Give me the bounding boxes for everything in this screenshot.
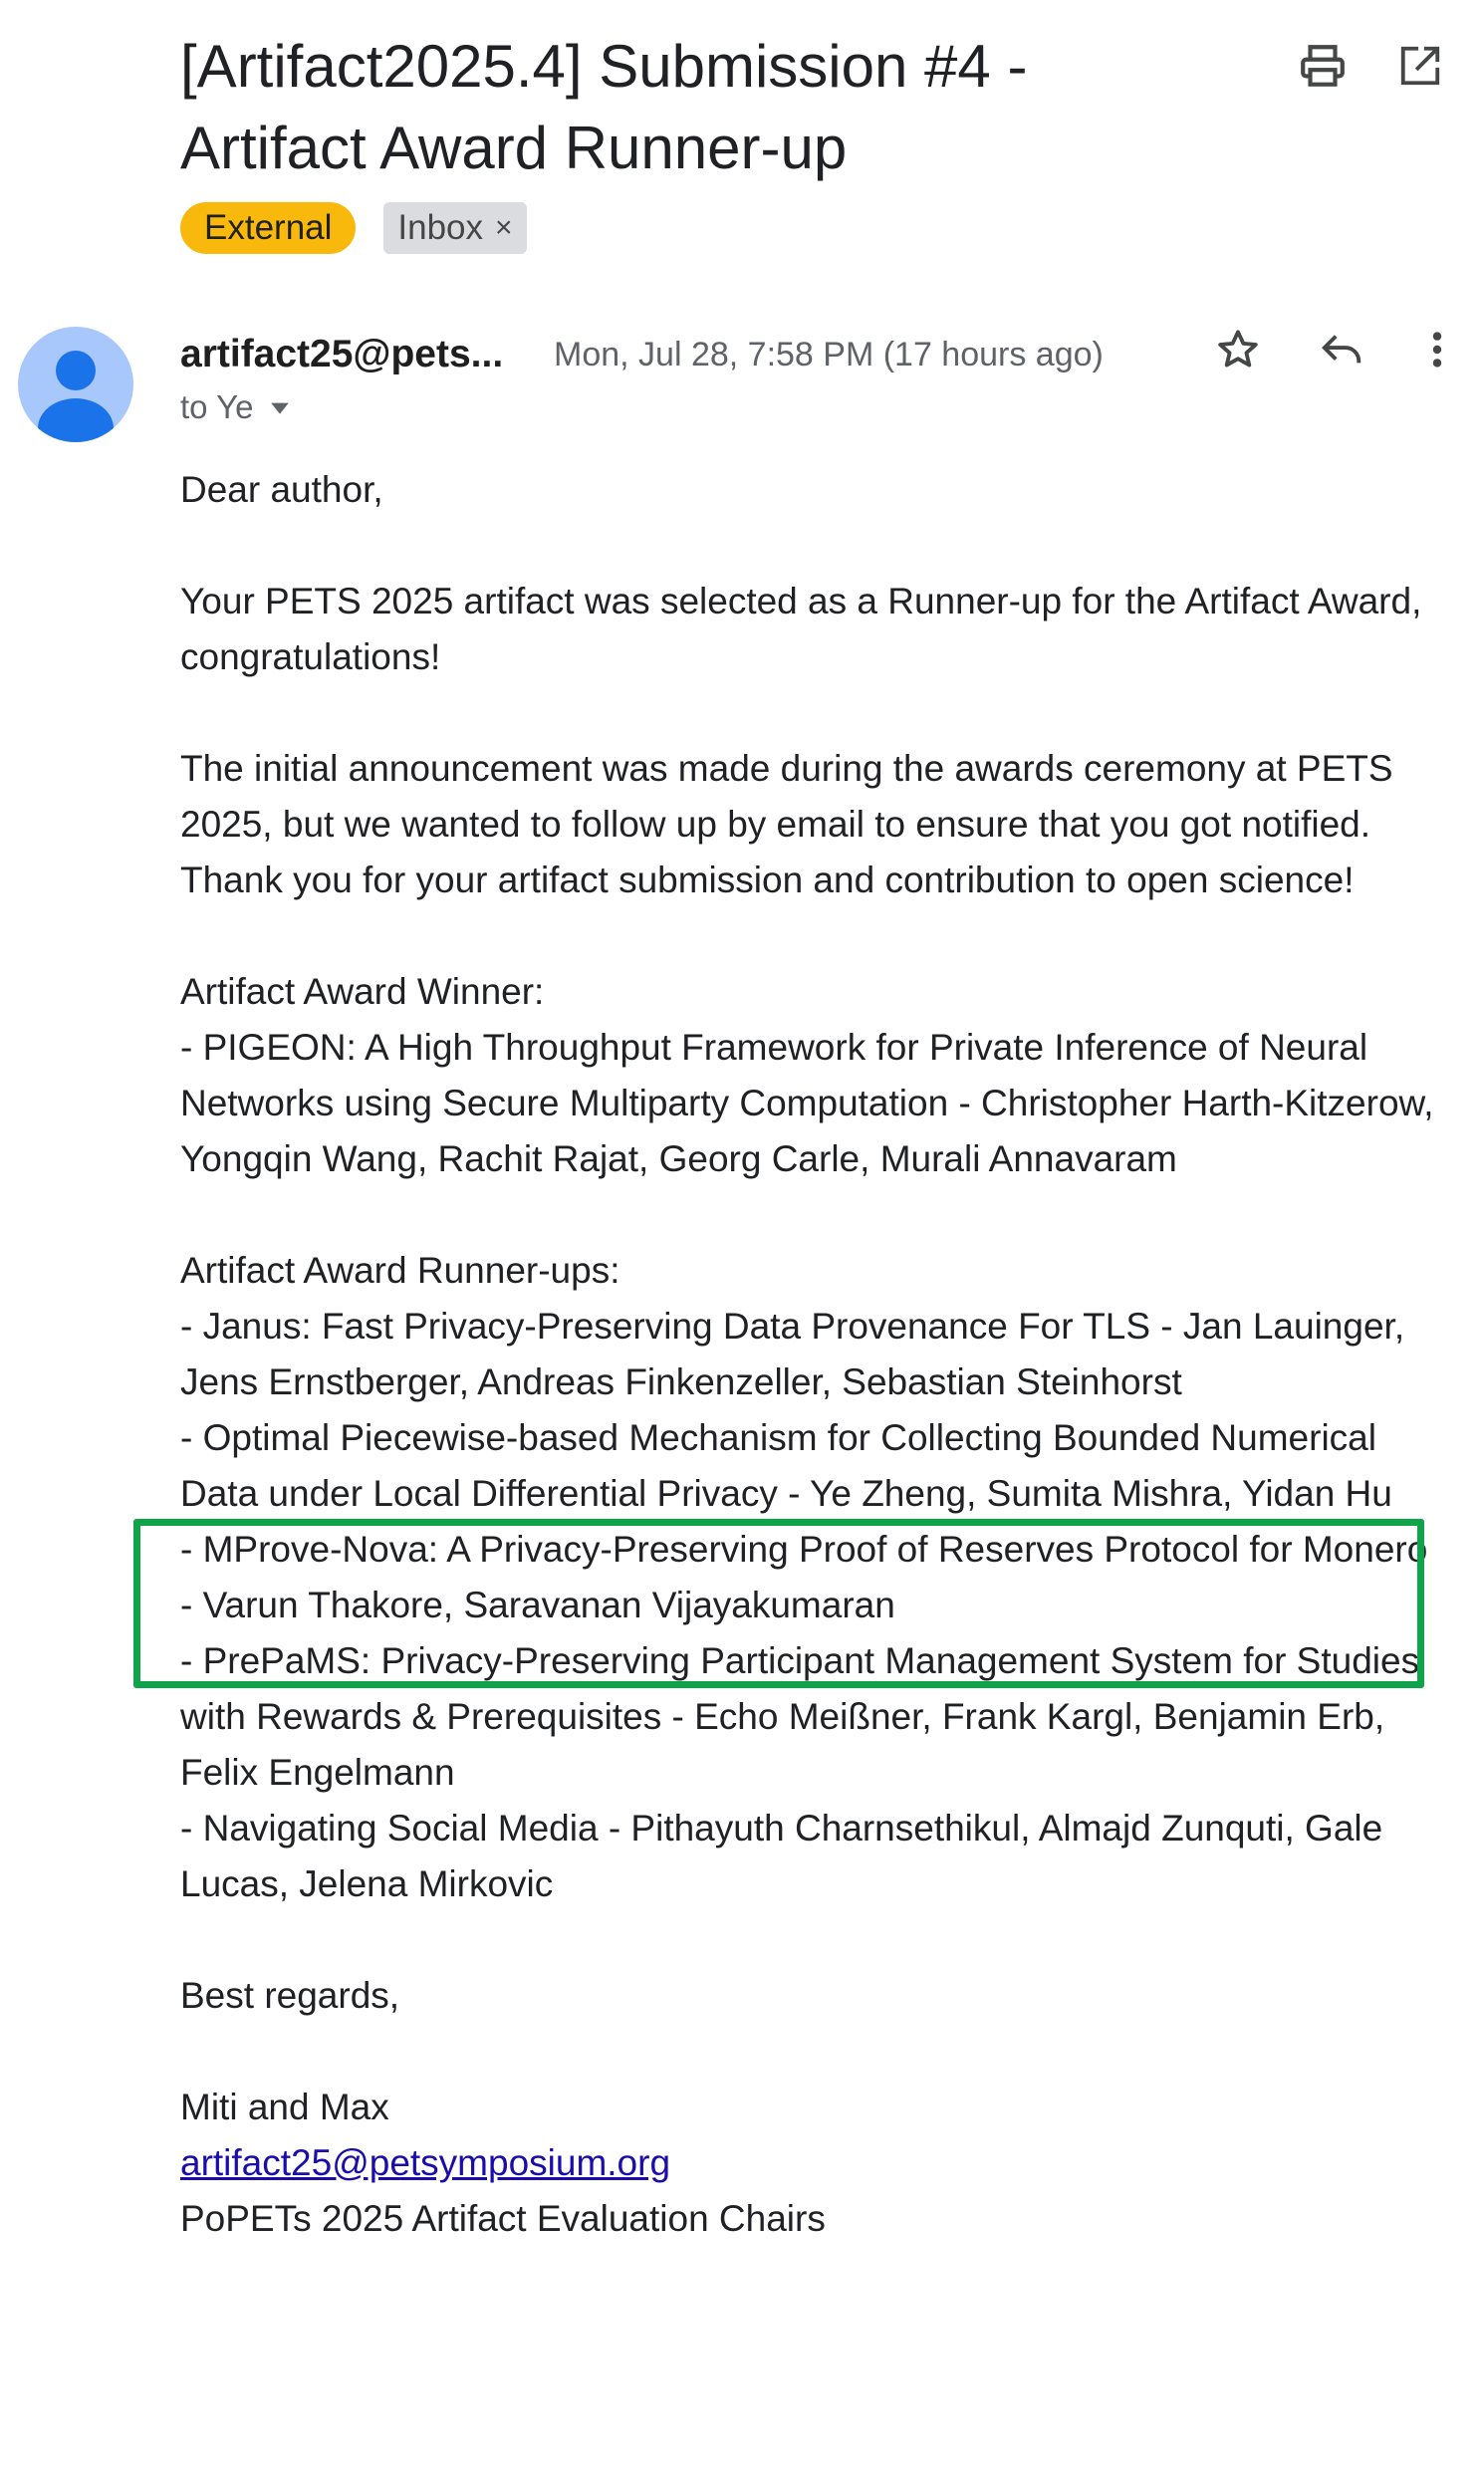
- winner-entry: - PIGEON: A High Throughput Framework fo…: [180, 1027, 1434, 1179]
- remove-label-icon[interactable]: ×: [495, 202, 513, 254]
- more-options-button[interactable]: [1422, 327, 1452, 377]
- signature-title: PoPETs 2025 Artifact Evaluation Chairs: [180, 2198, 826, 2239]
- runnerups-heading: Artifact Award Runner-ups:: [180, 1250, 620, 1291]
- sender-address[interactable]: artifact25@pets...: [180, 333, 524, 376]
- header-actions: [1297, 40, 1446, 92]
- more-vert-icon: [1432, 332, 1442, 368]
- avatar-person-icon: [38, 351, 114, 442]
- email-body: Dear author, Your PETS 2025 artifact was…: [180, 462, 1445, 2247]
- winner-heading: Artifact Award Winner:: [180, 971, 545, 1012]
- body-paragraph-2: The initial announcement was made during…: [180, 748, 1393, 845]
- message-actions: [1215, 327, 1452, 377]
- body-paragraph-1: Your PETS 2025 artifact was selected as …: [180, 581, 1422, 677]
- dropdown-arrow-icon: [271, 402, 290, 414]
- avatar[interactable]: [18, 327, 133, 442]
- recipient-text: to Ye: [180, 388, 254, 425]
- email-subject: [Artifact2025.4] Submission #4 - Artifac…: [180, 33, 1028, 181]
- greeting: Dear author,: [180, 469, 383, 510]
- runnerup-entry: - Navigating Social Media - Pithayuth Ch…: [180, 1808, 1383, 1904]
- open-in-new-window-icon: [1400, 46, 1440, 86]
- star-button[interactable]: [1215, 327, 1261, 377]
- label-external: External: [180, 202, 357, 254]
- signature-email-link[interactable]: artifact25@petsymposium.org: [180, 2142, 670, 2183]
- runnerup-entry: - Janus: Fast Privacy-Preserving Data Pr…: [180, 1306, 1405, 1402]
- signature-name: Miti and Max: [180, 2087, 389, 2127]
- email-date: Mon, Jul 28, 7:58 PM (17 hours ago): [554, 335, 1104, 373]
- star-icon: [1218, 330, 1258, 368]
- label-inbox-text: Inbox: [397, 208, 484, 247]
- highlight-box: [133, 1519, 1424, 1688]
- body-paragraph-3: Thank you for your artifact submission a…: [180, 860, 1355, 900]
- reply-button[interactable]: [1319, 327, 1364, 377]
- closing: Best regards,: [180, 1975, 400, 2016]
- runnerup-entry-highlighted: - Optimal Piecewise-based Mechanism for …: [180, 1417, 1392, 1514]
- email-labels: External Inbox ×: [180, 202, 527, 254]
- reply-icon: [1322, 335, 1361, 364]
- label-inbox[interactable]: Inbox ×: [383, 202, 527, 254]
- open-in-new-window-button[interactable]: [1394, 40, 1446, 92]
- recipients-toggle[interactable]: to Ye: [180, 388, 291, 426]
- print-button[interactable]: [1297, 40, 1349, 92]
- print-icon: [1301, 45, 1345, 87]
